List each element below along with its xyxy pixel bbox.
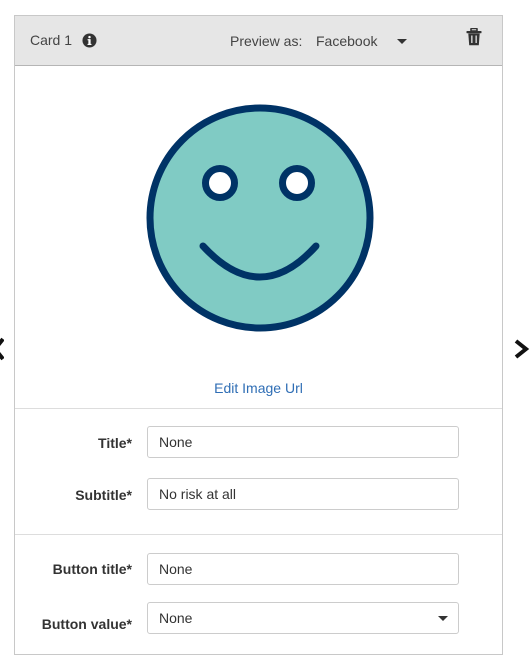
stage: Card 1 Preview as: Facebook Edit Image U… [0,0,530,671]
info-icon[interactable] [82,33,97,48]
preview-as-label: Preview as: [230,33,303,49]
card-title: Card 1 [30,32,73,48]
button-section: Button title* Button value* None [15,535,502,656]
trash-icon[interactable] [466,28,482,46]
preview-platform-select[interactable]: Facebook [311,26,415,56]
preview-platform-value: Facebook [316,33,378,49]
title-input[interactable] [147,426,459,458]
caret-down-icon [438,616,448,621]
subtitle-input[interactable] [147,478,459,510]
smiley-face-icon [146,104,374,332]
card-editor: Card 1 Preview as: Facebook Edit Image U… [14,15,503,655]
button-value-selected: None [159,610,193,626]
button-value-select[interactable]: None [147,602,459,634]
title-section: Title* Subtitle* [15,409,502,535]
button-title-label: Button title* [52,561,132,577]
title-label: Title* [98,435,132,451]
button-value-label: Button value* [41,616,132,632]
chevron-right-icon[interactable] [512,336,530,362]
button-title-input[interactable] [147,553,459,585]
card-header: Card 1 Preview as: Facebook [15,16,502,66]
card-image-area: Edit Image Url [15,66,502,409]
subtitle-label: Subtitle* [75,487,132,503]
chevron-left-icon[interactable] [0,336,4,362]
edit-image-url-link[interactable]: Edit Image Url [15,380,502,396]
caret-down-icon [397,39,407,44]
